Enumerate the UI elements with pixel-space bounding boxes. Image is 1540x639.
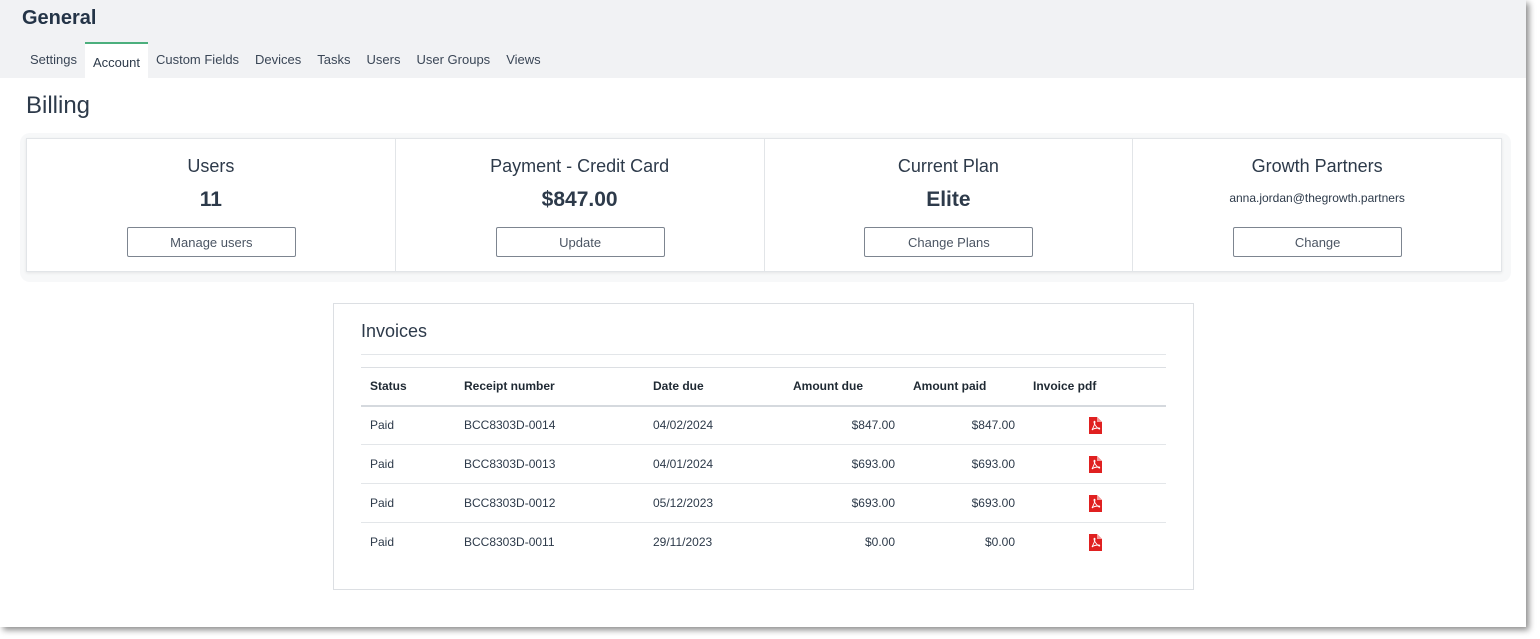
cell-invoice-pdf — [1024, 444, 1166, 484]
payment-amount: $847.00 — [541, 188, 618, 211]
tab-user-groups[interactable]: User Groups — [408, 42, 498, 78]
partner-card-title: Growth Partners — [1251, 156, 1383, 176]
column-header-invoice-pdf: Invoice pdf — [1024, 367, 1166, 407]
manage-users-button[interactable]: Manage users — [126, 227, 296, 257]
divider — [361, 354, 1166, 355]
table-row: Paid BCC8303D-0014 04/02/2024 $847.00 $8… — [361, 405, 1166, 445]
tab-users[interactable]: Users — [359, 42, 409, 78]
tab-custom-fields[interactable]: Custom Fields — [148, 42, 247, 78]
current-plan-name: Elite — [926, 188, 971, 211]
column-header-amount-due: Amount due — [784, 367, 904, 407]
plan-card: Current Plan Elite Change Plans — [765, 139, 1134, 271]
tab-settings[interactable]: Settings — [22, 42, 85, 78]
update-payment-button[interactable]: Update — [495, 227, 665, 257]
tab-devices[interactable]: Devices — [247, 42, 309, 78]
partner-card: Growth Partners anna.jordan@thegrowth.pa… — [1133, 139, 1501, 271]
table-row: Paid BCC8303D-0012 05/12/2023 $693.00 $6… — [361, 483, 1166, 523]
plan-card-title: Current Plan — [897, 156, 999, 176]
pdf-file-icon[interactable] — [1088, 533, 1102, 551]
invoices-panel: Invoices Status Receipt number Date due … — [333, 303, 1194, 590]
column-header-status: Status — [361, 367, 455, 407]
cell-status: Paid — [361, 405, 455, 445]
cell-amount-paid: $693.00 — [904, 444, 1024, 484]
column-header-date-due: Date due — [644, 367, 784, 407]
cell-receipt: BCC8303D-0014 — [455, 405, 644, 445]
tab-tasks[interactable]: Tasks — [309, 42, 358, 78]
cell-invoice-pdf — [1024, 483, 1166, 523]
top-header: General Settings Account Custom Fields D… — [0, 0, 1526, 78]
payment-card-title: Payment - Credit Card — [490, 156, 670, 176]
users-card-title: Users — [187, 156, 235, 176]
invoices-table: Status Receipt number Date due Amount du… — [361, 367, 1166, 562]
table-row: Paid BCC8303D-0011 29/11/2023 $0.00 $0.0… — [361, 523, 1166, 562]
tab-bar: Settings Account Custom Fields Devices T… — [22, 42, 549, 78]
cell-status: Paid — [361, 483, 455, 523]
cell-receipt: BCC8303D-0012 — [455, 483, 644, 523]
tab-views[interactable]: Views — [498, 42, 548, 78]
cell-amount-due: $0.00 — [864, 535, 895, 550]
tab-account[interactable]: Account — [84, 42, 148, 78]
cell-amount-due: $847.00 — [784, 405, 904, 445]
payment-card: Payment - Credit Card $847.00 Update — [396, 139, 765, 271]
pdf-file-icon[interactable] — [1088, 455, 1102, 473]
cell-invoice-pdf — [1024, 523, 1166, 562]
cell-date-due: 29/11/2023 — [653, 535, 713, 550]
cell-receipt: BCC8303D-0013 — [455, 444, 644, 484]
change-partner-button[interactable]: Change — [1233, 227, 1403, 257]
billing-cards: Users 11 Manage users Payment - Credit C… — [26, 138, 1502, 272]
table-row: Paid BCC8303D-0013 04/01/2024 $693.00 $6… — [361, 444, 1166, 484]
page-title: General — [22, 7, 97, 29]
cell-amount-paid: $847.00 — [904, 405, 1024, 445]
cell-invoice-pdf — [1024, 405, 1166, 445]
cell-amount-due: $693.00 — [784, 483, 904, 523]
cell-amount-paid: $0.00 — [984, 535, 1015, 550]
cell-date-due: 05/12/2023 — [644, 483, 784, 523]
invoices-heading: Invoices — [361, 321, 428, 341]
column-header-receipt: Receipt number — [455, 367, 644, 407]
cell-status: Paid — [361, 444, 455, 484]
cell-amount-paid: $693.00 — [904, 483, 1024, 523]
users-count: 11 — [199, 188, 222, 211]
cell-status: Paid — [370, 535, 395, 550]
column-header-amount-paid: Amount paid — [904, 367, 1024, 407]
cell-date-due: 04/01/2024 — [644, 444, 784, 484]
billing-heading: Billing — [26, 92, 91, 119]
cell-amount-due: $693.00 — [784, 444, 904, 484]
table-header-row: Status Receipt number Date due Amount du… — [361, 367, 1166, 407]
cell-date-due: 04/02/2024 — [644, 405, 784, 445]
change-plans-button[interactable]: Change Plans — [864, 227, 1034, 257]
app-window: General Settings Account Custom Fields D… — [0, 0, 1526, 627]
pdf-file-icon[interactable] — [1088, 494, 1102, 512]
partner-email: anna.jordan@thegrowth.partners — [1229, 191, 1405, 205]
pdf-file-icon[interactable] — [1088, 416, 1102, 434]
cell-receipt: BCC8303D-0011 — [464, 535, 555, 550]
users-card: Users 11 Manage users — [27, 139, 396, 271]
